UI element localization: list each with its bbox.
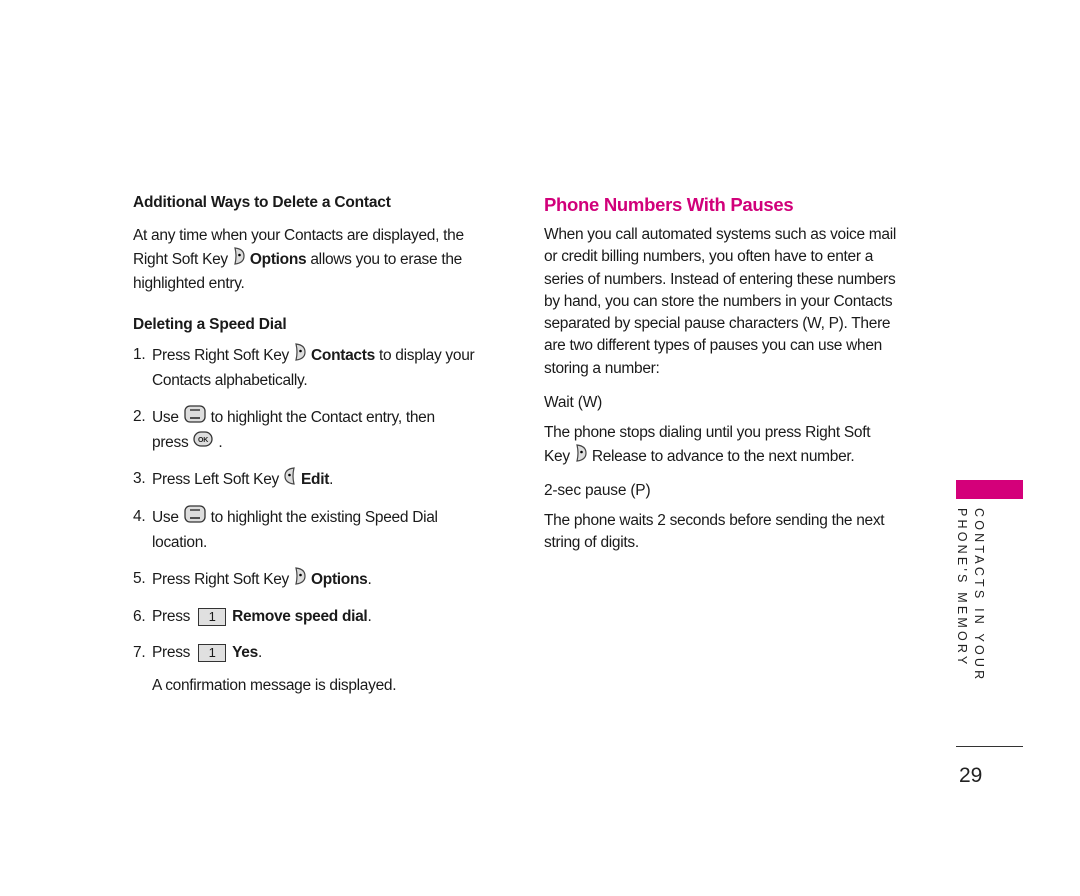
svg-text:OK: OK <box>198 437 208 444</box>
step-1: 1. Press Right Soft Key Contacts to displ… <box>133 343 503 393</box>
text: press <box>152 433 189 451</box>
key-1-icon: 1 <box>198 607 227 626</box>
text: When you call automated systems such as … <box>544 226 896 243</box>
text: allows you to erase the <box>306 251 462 269</box>
text: The phone stops dialing until you press … <box>544 424 871 442</box>
left-soft-key-icon <box>284 467 296 493</box>
text: Press Left Soft Key <box>152 471 279 489</box>
section-heading-speed-dial: Deleting a Speed Dial <box>133 315 287 333</box>
text: At any time when your Contacts are displ… <box>133 227 464 244</box>
text: series of numbers. Instead of entering t… <box>544 270 896 288</box>
text: . <box>367 571 372 589</box>
text: . <box>367 607 372 625</box>
text: by hand, you can store the numbers in yo… <box>544 292 893 310</box>
text: . <box>257 643 262 661</box>
text: Options <box>311 571 368 589</box>
step-7: 7. Press 1 Yes. <box>133 641 503 665</box>
step-number: 3. <box>133 469 146 487</box>
text: Remove speed dial <box>232 607 368 625</box>
left-column: Additional Ways to Delete a Contact At a… <box>133 194 503 698</box>
paragraph-pause: The phone waits 2 seconds before sending… <box>544 510 924 555</box>
step-number: 1. <box>133 345 146 363</box>
right-column: Phone Numbers With Pauses When you call … <box>544 194 924 554</box>
text: Contacts <box>311 346 375 364</box>
page-number-divider <box>956 746 1023 747</box>
text: separated by special pause characters (W… <box>544 315 891 333</box>
subheading-pause: 2-sec pause (P) <box>544 481 651 499</box>
step-number: 5. <box>133 569 146 587</box>
step-number: 7. <box>133 643 146 661</box>
side-title-line-1: CONTACTS IN YOUR <box>972 508 986 683</box>
text: Key <box>544 448 570 466</box>
text: to highlight the existing Speed Dial <box>210 509 438 527</box>
subheading-wait: Wait (W) <box>544 394 603 412</box>
text: Press <box>152 643 191 661</box>
text: Yes <box>232 643 258 661</box>
step-number: 2. <box>133 407 146 425</box>
right-soft-key-icon <box>294 567 306 593</box>
step-number: 4. <box>133 507 146 525</box>
text: Release to advance to the next number. <box>591 448 855 466</box>
step-6: 6. Press 1 Remove speed dial. <box>133 605 503 629</box>
text: Use <box>152 408 179 426</box>
text: Options <box>249 251 307 269</box>
text: . <box>329 471 334 489</box>
step-4: 4. Use to highlight the existing Speed Di… <box>133 505 503 555</box>
navigation-key-icon <box>184 505 206 531</box>
text: Edit <box>300 471 330 489</box>
navigation-key-icon <box>184 405 206 431</box>
confirmation-note: A confirmation message is displayed. <box>133 674 503 698</box>
text: location. <box>152 533 208 551</box>
text: to display your <box>374 346 475 364</box>
text: Use <box>152 509 179 527</box>
page-number: 29 <box>959 764 983 787</box>
step-3: 3. Press Left Soft Key Edit. <box>133 467 503 493</box>
text: or credit billing numbers, you often hav… <box>544 248 874 266</box>
right-soft-key-icon <box>575 444 587 469</box>
chapter-side-title: CONTACTS IN YOUR PHONE'S MEMORY <box>953 508 987 682</box>
text: Press Right Soft Key <box>152 346 290 364</box>
step-number: 6. <box>133 607 146 625</box>
key-1-icon: 1 <box>198 643 227 662</box>
text: highlighted entry. <box>133 274 245 292</box>
section-heading-delete-contact: Additional Ways to Delete a Contact <box>133 194 391 211</box>
text: Press <box>152 607 191 625</box>
text: The phone waits 2 seconds before sending… <box>544 511 885 529</box>
text: storing a number: <box>544 359 660 377</box>
text: . <box>218 433 223 451</box>
chapter-tab-marker <box>956 480 1023 499</box>
text: are two different types of pauses you ca… <box>544 337 882 355</box>
paragraph-pauses-intro: When you call automated systems such as … <box>544 224 924 380</box>
text: to highlight the Contact entry, then <box>210 408 435 426</box>
paragraph-wait: The phone stops dialing until you press … <box>544 422 924 470</box>
paragraph-delete-contact: At any time when your Contacts are displ… <box>133 225 503 295</box>
text: Contacts alphabetically. <box>152 371 308 389</box>
text: Press Right Soft Key <box>152 571 290 589</box>
text: A confirmation message is displayed. <box>152 676 397 694</box>
text: string of digits. <box>544 533 639 551</box>
step-5: 5. Press Right Soft Key Options. <box>133 567 503 593</box>
right-soft-key-icon <box>294 343 306 369</box>
text: Right Soft Key <box>133 251 228 269</box>
side-title-line-2: PHONE'S MEMORY <box>955 508 969 668</box>
right-soft-key-icon <box>233 247 245 272</box>
section-title-pauses: Phone Numbers With Pauses <box>544 194 794 215</box>
ok-key-icon: OK <box>193 431 214 455</box>
step-2: 2. Use to highlight the Contact entry, th… <box>133 405 503 455</box>
